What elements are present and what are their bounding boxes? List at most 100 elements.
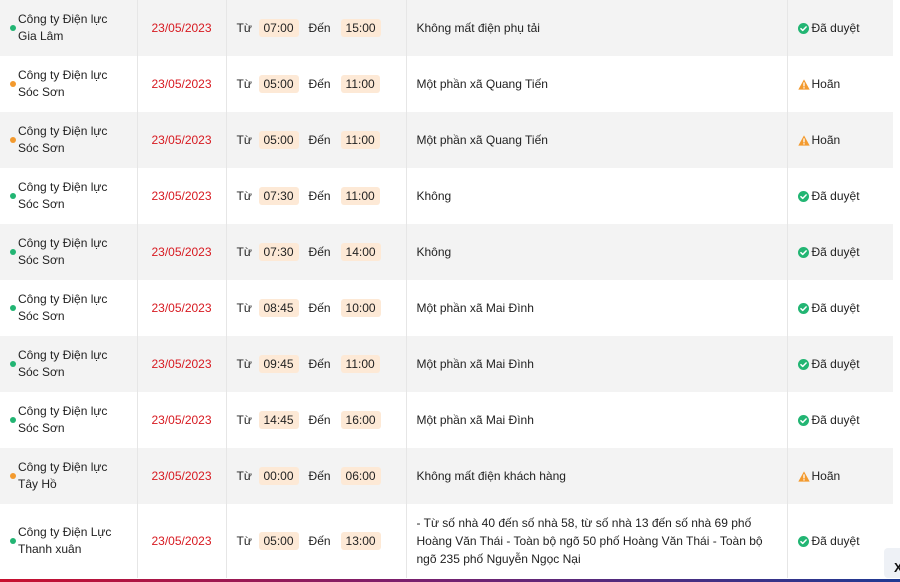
to-label: Đến	[308, 77, 331, 91]
date-cell: 23/05/2023	[137, 336, 227, 392]
table-row: Công ty Điện lực Sóc Sơn 23/05/2023 Từ 07:3…	[0, 168, 893, 224]
unit-name: Công ty Điện lực Sóc Sơn	[18, 292, 108, 323]
unit-name: Công ty Điện lực Sóc Sơn	[18, 236, 108, 267]
time-cell: Từ 14:45 Đến 16:00	[226, 392, 407, 448]
status-dot-icon	[10, 249, 16, 255]
status-label: Đã duyệt	[811, 534, 860, 548]
time-cell: Từ 00:00 Đến 06:00	[226, 448, 407, 504]
unit-name: Công ty Điện lực Sóc Sơn	[18, 124, 108, 155]
end-time-badge: 06:00	[340, 467, 381, 485]
status-dot-icon	[10, 538, 16, 544]
time-cell: Từ 07:00 Đến 15:00	[226, 0, 407, 56]
check-circle-icon	[797, 359, 809, 370]
status-label: Hoãn	[811, 77, 841, 91]
start-time-badge: 09:45	[258, 355, 299, 373]
start-time-badge: 07:30	[258, 187, 299, 205]
end-time-badge: 11:00	[340, 187, 380, 205]
status-dot-icon	[10, 25, 16, 31]
warning-triangle-icon	[797, 135, 810, 146]
status-label: Đã duyệt	[811, 189, 860, 203]
table-row: Công ty Điện lực Sóc Sơn 23/05/2023 Từ 14:4…	[0, 392, 893, 448]
date-cell: 23/05/2023	[137, 504, 227, 578]
unit-cell: Công ty Điện lực Sóc Sơn	[0, 56, 138, 112]
status-dot-icon	[10, 417, 16, 423]
status-label: Đã duyệt	[811, 245, 860, 259]
unit-name: Công ty Điện lực Sóc Sơn	[18, 348, 108, 379]
from-label: Từ	[236, 413, 252, 427]
table-row: Công ty Điện lực Sóc Sơn 23/05/2023 Từ 05:0…	[0, 112, 893, 168]
end-time-badge: 15:00	[340, 19, 381, 37]
from-label: Từ	[236, 469, 252, 483]
end-time-badge: 14:00	[340, 243, 381, 261]
status-dot-icon	[10, 361, 16, 367]
unit-cell: Công ty Điện lực Sóc Sơn	[0, 280, 138, 336]
area-cell: Một phần xã Quang Tiến	[406, 112, 788, 168]
time-cell: Từ 07:30 Đến 11:00	[226, 168, 407, 224]
from-label: Từ	[236, 77, 252, 91]
from-label: Từ	[236, 301, 252, 315]
status-label: Hoãn	[811, 133, 841, 147]
status-cell: Đã duyệt	[787, 336, 893, 392]
status-label: Hoãn	[811, 469, 841, 483]
start-time-badge: 00:00	[258, 467, 299, 485]
table-row: Công ty Điện lực Sóc Sơn 23/05/2023 Từ 09:4…	[0, 336, 893, 392]
unit-cell: Công ty Điện lực Sóc Sơn	[0, 336, 138, 392]
end-time-badge: 13:00	[340, 532, 381, 550]
unit-cell: Công ty Điện lực Gia Lâm	[0, 0, 138, 56]
close-icon[interactable]: X	[894, 560, 900, 575]
status-dot-icon	[10, 81, 16, 87]
start-time-badge: 07:00	[258, 19, 299, 37]
status-dot-icon	[10, 137, 16, 143]
end-time-badge: 16:00	[340, 411, 381, 429]
area-cell: Không	[406, 168, 788, 224]
check-circle-icon	[797, 303, 809, 314]
time-cell: Từ 09:45 Đến 11:00	[226, 336, 407, 392]
unit-name: Công ty Điện Lực Thanh xuân	[18, 525, 112, 556]
unit-name: Công ty Điện lực Sóc Sơn	[18, 68, 108, 99]
check-circle-icon	[797, 536, 809, 547]
unit-cell: Công ty Điện Lực Thanh xuân	[0, 504, 138, 578]
unit-name: Công ty Điện lực Sóc Sơn	[18, 180, 108, 211]
time-cell: Từ 07:30 Đến 14:00	[226, 224, 407, 280]
area-cell: Một phần xã Quang Tiến	[406, 56, 788, 112]
status-cell: Đã duyệt	[787, 504, 893, 578]
area-cell: Một phần xã Mai Đình	[406, 392, 788, 448]
time-cell: Từ 05:00 Đến 13:00	[226, 504, 407, 578]
to-label: Đến	[308, 357, 331, 371]
from-label: Từ	[236, 21, 252, 35]
start-time-badge: 05:00	[258, 75, 299, 93]
area-cell: Một phần xã Mai Đình	[406, 280, 788, 336]
check-circle-icon	[797, 247, 809, 258]
area-cell: Không	[406, 224, 788, 280]
check-circle-icon	[797, 415, 809, 426]
end-time-badge: 11:00	[340, 75, 380, 93]
date-cell: 23/05/2023	[137, 56, 227, 112]
date-cell: 23/05/2023	[137, 280, 227, 336]
to-label: Đến	[308, 534, 331, 548]
status-cell: Đã duyệt	[787, 224, 893, 280]
status-dot-icon	[10, 305, 16, 311]
time-cell: Từ 08:45 Đến 10:00	[226, 280, 407, 336]
status-dot-icon	[10, 193, 16, 199]
check-circle-icon	[797, 191, 809, 202]
date-cell: 23/05/2023	[137, 0, 227, 56]
time-cell: Từ 05:00 Đến 11:00	[226, 56, 407, 112]
area-cell: - Từ số nhà 40 đến số nhà 58, từ số nhà …	[406, 504, 788, 578]
end-time-badge: 10:00	[340, 299, 381, 317]
start-time-badge: 07:30	[258, 243, 299, 261]
date-cell: 23/05/2023	[137, 224, 227, 280]
status-label: Đã duyệt	[811, 357, 860, 371]
to-label: Đến	[308, 413, 331, 427]
status-cell: Đã duyệt	[787, 168, 893, 224]
status-label: Đã duyệt	[811, 21, 860, 35]
from-label: Từ	[236, 245, 252, 259]
unit-cell: Công ty Điện lực Sóc Sơn	[0, 168, 138, 224]
from-label: Từ	[236, 189, 252, 203]
table-row: Công ty Điện lực Sóc Sơn 23/05/2023 Từ 05:0…	[0, 56, 893, 112]
time-cell: Từ 05:00 Đến 11:00	[226, 112, 407, 168]
unit-cell: Công ty Điện lực Sóc Sơn	[0, 224, 138, 280]
from-label: Từ	[236, 133, 252, 147]
area-cell: Một phần xã Mai Đình	[406, 336, 788, 392]
unit-cell: Công ty Điện lực Tây Hồ	[0, 448, 138, 504]
status-cell: Hoãn	[787, 56, 893, 112]
